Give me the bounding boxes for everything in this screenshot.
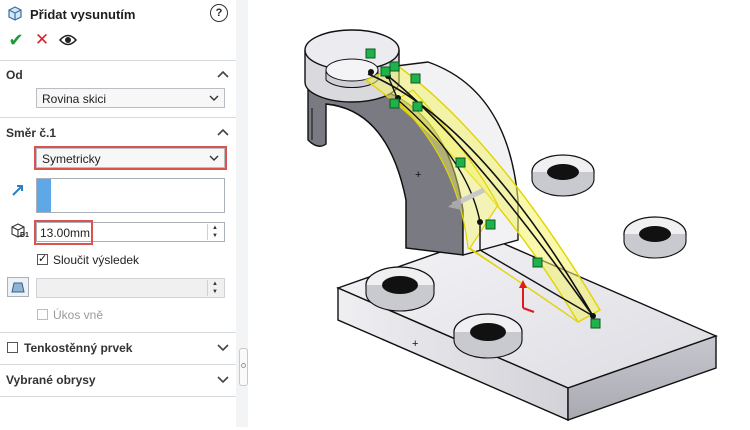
thin-feature-label: Tenkostěnný prvek xyxy=(24,341,133,355)
graphics-viewport[interactable]: + + xyxy=(248,0,750,427)
panel-title-row: Přidat vysunutím ? xyxy=(6,4,232,24)
draft-outward-checkbox xyxy=(37,309,48,320)
property-manager-panel: Přidat vysunutím ? ✔ ✕ Od Rovina skici S… xyxy=(0,0,237,427)
divider xyxy=(0,60,236,61)
direction-reference-list[interactable] xyxy=(36,178,225,213)
chevron-up-icon[interactable] xyxy=(216,126,230,138)
preview-eye-icon[interactable] xyxy=(58,30,78,50)
draft-outward-label: Úkos vně xyxy=(53,308,104,322)
divider xyxy=(0,117,236,118)
origin-icon: + xyxy=(415,169,421,181)
section-od-label: Od xyxy=(6,68,23,82)
direction-arrow-icon[interactable] xyxy=(10,182,26,201)
start-condition-value: Rovina skici xyxy=(42,92,107,106)
chevron-up-icon[interactable] xyxy=(216,68,230,80)
spin-up-icon: ▲ xyxy=(212,281,218,287)
selected-contours-label: Vybrané obrysy xyxy=(6,373,96,387)
end-condition-select[interactable]: Symetricky xyxy=(34,146,227,170)
section-od-header[interactable]: Od xyxy=(6,66,232,84)
origin-icon: + xyxy=(412,338,418,350)
section-direction1-label: Směr č.1 xyxy=(6,126,57,140)
section-selected-contours-header[interactable]: Vybrané obrysy xyxy=(6,371,232,389)
splitter-grip[interactable] xyxy=(239,348,248,386)
draft-toggle-icon[interactable] xyxy=(7,277,29,297)
base-plate[interactable] xyxy=(336,235,718,422)
thin-feature-checkbox[interactable] xyxy=(7,342,18,353)
chevron-down-icon[interactable] xyxy=(216,341,230,353)
divider xyxy=(0,396,236,397)
draft-spinner: ▲ ▼ xyxy=(207,280,222,296)
depth-value: 13.00mm xyxy=(40,226,91,240)
spin-down-icon: ▼ xyxy=(212,289,218,295)
section-direction1-header[interactable]: Směr č.1 xyxy=(6,124,232,142)
merge-result-checkbox[interactable] xyxy=(37,252,48,265)
chevron-down-icon xyxy=(209,155,219,161)
selection-indicator xyxy=(37,179,51,212)
spin-down-icon[interactable]: ▼ xyxy=(208,232,222,240)
chevron-down-icon xyxy=(209,95,219,101)
grip-dot-icon xyxy=(241,363,246,368)
start-condition-select[interactable]: Rovina skici xyxy=(36,88,225,108)
section-thin-feature-header[interactable]: Tenkostěnný prvek xyxy=(6,339,232,357)
ok-button[interactable]: ✔ xyxy=(6,30,26,50)
merge-result-label: Sloučit výsledek xyxy=(53,253,140,267)
depth-icon-label: D1 xyxy=(20,232,29,239)
depth-icon: D1 xyxy=(8,222,32,245)
extrude-feature-icon xyxy=(6,4,24,25)
spin-up-icon[interactable]: ▲ xyxy=(208,224,222,232)
divider xyxy=(0,332,236,333)
help-icon[interactable]: ? xyxy=(210,4,228,22)
end-condition-value: Symetricky xyxy=(42,152,101,166)
divider xyxy=(0,364,236,365)
cancel-button[interactable]: ✕ xyxy=(32,30,52,50)
page-title: Přidat vysunutím xyxy=(30,7,136,22)
depth-spinner[interactable]: ▲ ▼ xyxy=(207,224,222,240)
model-view[interactable]: + + xyxy=(248,0,750,427)
depth-input[interactable]: 13.00mm ▲ ▼ xyxy=(36,222,225,242)
draft-angle-input: ▲ ▼ xyxy=(36,278,225,298)
chevron-down-icon[interactable] xyxy=(216,373,230,385)
